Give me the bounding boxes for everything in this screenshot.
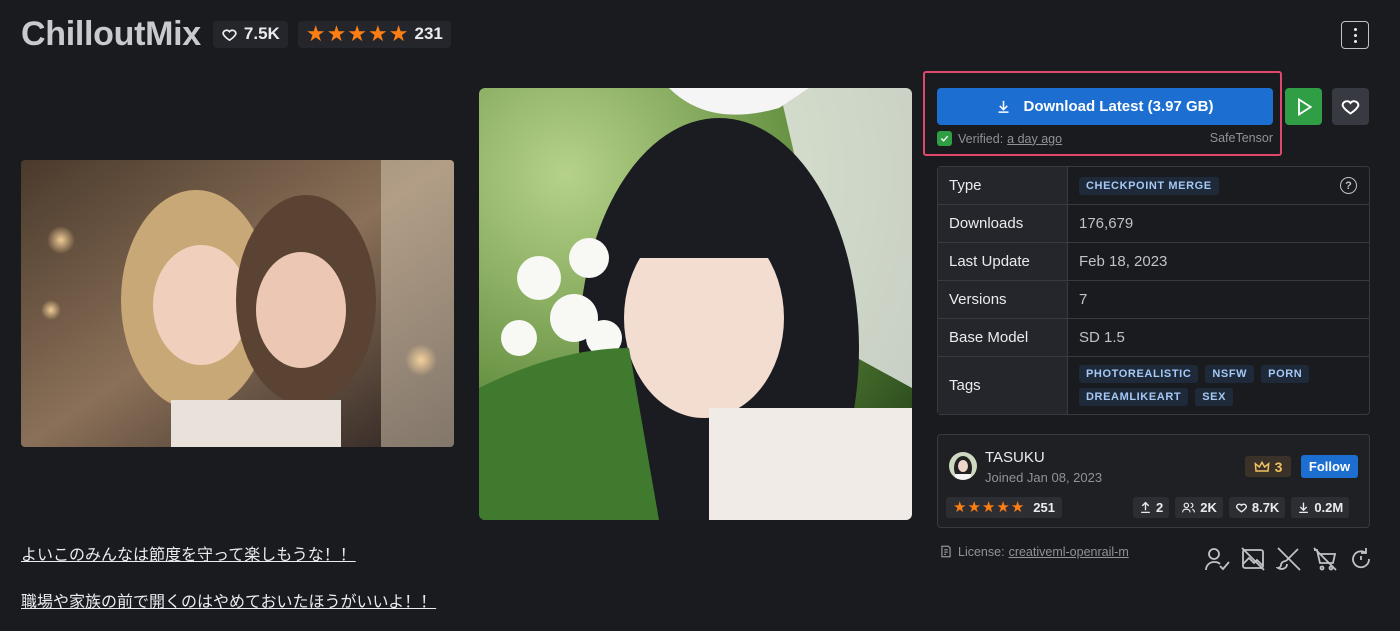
creator-rating-count: 251 xyxy=(1033,500,1055,515)
no-image-icon[interactable] xyxy=(1240,546,1266,572)
creator-rating: ★ ★ ★ ★ ★ 251 xyxy=(946,497,1062,518)
rating-count: 231 xyxy=(414,24,443,43)
details-row-base-model: Base Model SD 1.5 xyxy=(938,319,1369,357)
help-icon[interactable]: ? xyxy=(1340,177,1357,194)
star-icon: ★ xyxy=(953,499,967,516)
more-menu-button[interactable] xyxy=(1341,21,1369,49)
description-line-2[interactable]: 職場や家族の前で開くのはやめておいたほうがいいよ！！ xyxy=(21,588,436,612)
details-key: Versions xyxy=(938,281,1068,318)
preview-image-1[interactable] xyxy=(21,160,454,447)
avatar[interactable] xyxy=(949,452,977,480)
star-icon: ★ xyxy=(981,499,996,516)
details-row-last-update: Last Update Feb 18, 2023 xyxy=(938,243,1369,281)
details-row-versions: Versions 7 xyxy=(938,281,1369,319)
tag-chip[interactable]: SEX xyxy=(1195,388,1234,406)
license-link[interactable]: creativeml-openrail-m xyxy=(1009,545,1129,559)
star-icon: ★ xyxy=(996,499,1010,516)
heart-icon xyxy=(222,28,237,41)
details-row-tags: Tags PHOTOREALISTIC NSFW PORN DREAMLIKEA… xyxy=(938,357,1369,414)
no-refresh-icon[interactable] xyxy=(1348,546,1374,572)
uploads-stat: 2 xyxy=(1133,497,1170,518)
crown-count: 3 xyxy=(1274,458,1283,475)
no-cart-icon[interactable] xyxy=(1312,546,1338,572)
verified-time-link[interactable]: a day ago xyxy=(1007,132,1062,146)
model-details-table: Type CHECKPOINT MERGE ? Downloads 176,67… xyxy=(937,166,1370,415)
download-icon xyxy=(998,100,1009,113)
type-tag[interactable]: CHECKPOINT MERGE xyxy=(1079,176,1219,195)
download-icon xyxy=(1299,502,1309,514)
details-row-type: Type CHECKPOINT MERGE ? xyxy=(938,167,1369,205)
star-icon: ★ xyxy=(347,21,368,46)
rating-badge[interactable]: ★ ★ ★ ★ ★ 231 xyxy=(297,20,451,48)
license-label: License: xyxy=(958,544,1005,559)
heart-icon xyxy=(1235,503,1247,513)
license-info: License: creativeml-openrail-m xyxy=(939,544,1129,559)
details-key: Last Update xyxy=(938,243,1068,280)
heart-icon xyxy=(1341,100,1360,115)
star-icon: ★ xyxy=(368,21,388,46)
star-icon: ★ xyxy=(967,499,981,516)
play-icon xyxy=(1297,97,1312,116)
creator-stats: 2 2K 8.7K 0.2M xyxy=(1133,497,1355,518)
follow-button[interactable]: Follow xyxy=(1301,455,1358,478)
likes-count: 7.5K xyxy=(243,24,280,43)
star-icon: ★ xyxy=(326,21,347,46)
likes-badge[interactable]: 7.5K xyxy=(212,20,288,48)
user-check-icon[interactable] xyxy=(1204,546,1230,572)
vertical-dots-icon xyxy=(1353,27,1357,43)
tag-chip[interactable]: DREAMLIKEART xyxy=(1079,388,1189,406)
run-model-button[interactable] xyxy=(1285,88,1322,125)
tag-chip[interactable]: PHOTOREALISTIC xyxy=(1079,365,1199,383)
followers-stat: 2K xyxy=(1175,497,1223,518)
tag-chip[interactable]: NSFW xyxy=(1205,365,1255,383)
verified-label: Verified: xyxy=(958,131,1004,146)
download-label: Download Latest (3.97 GB) xyxy=(1023,98,1214,115)
creator-name[interactable]: TASUKU xyxy=(985,449,1045,466)
details-value: Feb 18, 2023 xyxy=(1079,253,1168,270)
users-icon xyxy=(1182,502,1196,513)
details-key: Base Model xyxy=(938,319,1068,356)
verified-status: Verified: a day ago xyxy=(937,131,1062,146)
likes-stat: 8.7K xyxy=(1228,497,1286,518)
details-row-downloads: Downloads 176,679 xyxy=(938,205,1369,243)
creator-rank-badge: 3 xyxy=(1245,456,1291,477)
favorite-button[interactable] xyxy=(1332,88,1369,125)
details-key: Downloads xyxy=(938,205,1068,242)
file-format: SafeTensor xyxy=(1209,131,1273,145)
star-icon: ★ xyxy=(1010,499,1025,516)
downloads-stat: 0.2M xyxy=(1291,497,1350,518)
details-value: SD 1.5 xyxy=(1079,329,1125,346)
details-key: Tags xyxy=(938,357,1068,414)
star-icon: ★ xyxy=(305,21,326,46)
license-icon xyxy=(941,545,951,558)
upload-icon xyxy=(1141,501,1150,514)
model-title: ChilloutMix xyxy=(21,14,201,53)
tag-chip[interactable]: PORN xyxy=(1261,365,1310,383)
details-value: 7 xyxy=(1079,291,1088,308)
crown-icon xyxy=(1254,460,1270,472)
creator-joined: Joined Jan 08, 2023 xyxy=(985,470,1103,485)
details-key: Type xyxy=(938,167,1068,204)
model-header: ChilloutMix 7.5K ★ ★ ★ ★ ★ 231 xyxy=(21,14,461,54)
details-value: 176,679 xyxy=(1079,215,1134,232)
no-brush-icon[interactable] xyxy=(1276,546,1302,572)
description-line-1[interactable]: よいこのみんなは節度を守って楽しもうな！！ xyxy=(21,541,356,565)
star-icon: ★ xyxy=(388,21,409,46)
shield-check-icon xyxy=(937,131,952,146)
star-rating: ★ ★ ★ ★ ★ xyxy=(306,23,410,45)
preview-image-2[interactable] xyxy=(479,88,912,520)
tag-list: PHOTOREALISTIC NSFW PORN DREAMLIKEART SE… xyxy=(1079,365,1359,406)
download-latest-button[interactable]: Download Latest (3.97 GB) xyxy=(937,88,1273,125)
permission-icons xyxy=(1204,546,1374,572)
